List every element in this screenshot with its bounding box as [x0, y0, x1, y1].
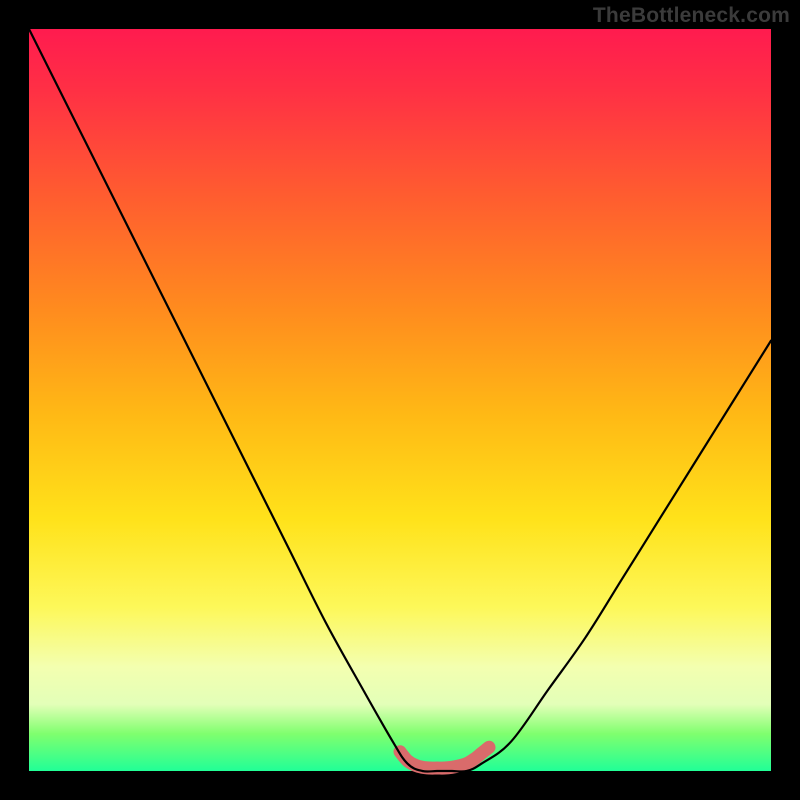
trough-marker-path: [400, 747, 489, 768]
bottleneck-curve-path: [29, 29, 771, 772]
plot-area: [29, 29, 771, 771]
chart-frame: TheBottleneck.com: [0, 0, 800, 800]
chart-svg: [29, 29, 771, 771]
watermark-text: TheBottleneck.com: [593, 4, 790, 28]
